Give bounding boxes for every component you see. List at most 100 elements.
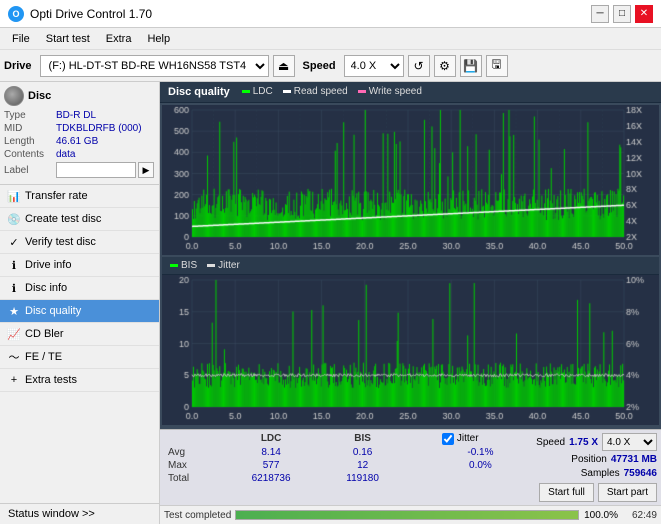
disc-label-button[interactable]: ▶: [138, 162, 154, 178]
disc-contents-value: data: [56, 149, 75, 160]
menu-help[interactable]: Help: [139, 31, 178, 47]
disc-mid-label: MID: [4, 123, 56, 134]
legend-read-speed: Read speed: [283, 86, 348, 97]
config-button2[interactable]: 💾: [460, 55, 482, 77]
avg-jitter: -0.1%: [434, 446, 527, 459]
disc-icon: [4, 86, 24, 106]
jitter-legend-color: [207, 264, 215, 267]
stats-header-row: LDC BIS Jitter: [164, 432, 527, 446]
nav-fe-te-label: FE / TE: [25, 351, 62, 363]
stats-empty-header: [164, 432, 223, 446]
extra-tests-icon: +: [8, 374, 20, 386]
bis-legend-label: BIS: [181, 260, 197, 271]
stats-max-row: Max 577 12 0.0%: [164, 459, 527, 472]
nav-transfer-rate[interactable]: 📊 Transfer rate: [0, 185, 159, 208]
cd-bler-icon: 📈: [8, 328, 20, 340]
speed-select[interactable]: 4.0 X: [344, 55, 404, 77]
drive-select[interactable]: (F:) HL-DT-ST BD-RE WH16NS58 TST4: [40, 55, 269, 77]
start-full-button[interactable]: Start full: [539, 483, 594, 502]
disc-type-row: Type BD-R DL: [4, 110, 155, 121]
menu-extra[interactable]: Extra: [98, 31, 140, 47]
chart2-header: BIS Jitter: [162, 257, 659, 275]
position-label: Position: [571, 454, 607, 465]
title-bar: O Opti Drive Control 1.70 ─ □ ✕: [0, 0, 661, 28]
avg-label: Avg: [164, 446, 223, 459]
action-buttons: Start full Start part: [539, 483, 657, 502]
nav-disc-info-label: Disc info: [25, 282, 67, 294]
drive-label: Drive: [4, 60, 32, 72]
close-button[interactable]: ✕: [635, 5, 653, 23]
maximize-button[interactable]: □: [613, 5, 631, 23]
total-ldc: 6218736: [223, 472, 320, 485]
nav-drive-info[interactable]: ℹ Drive info: [0, 254, 159, 277]
speed-label: Speed: [303, 60, 336, 72]
nav-create-test-disc[interactable]: 💿 Create test disc: [0, 208, 159, 231]
status-window-button[interactable]: Status window >>: [0, 503, 159, 524]
minimize-button[interactable]: ─: [591, 5, 609, 23]
progress-percent: 100.0%: [583, 510, 618, 521]
stats-right: Speed 1.75 X 4.0 X Position 47731 MB Sam…: [531, 430, 661, 505]
menu-bar: File Start test Extra Help: [0, 28, 661, 50]
speed-info-value: 1.75 X: [569, 437, 598, 448]
avg-ldc: 8.14: [223, 446, 320, 459]
disc-label-label: Label: [4, 165, 56, 176]
bis-legend-color: [170, 264, 178, 267]
jitter-checkbox[interactable]: [442, 433, 454, 445]
app-title: Opti Drive Control 1.70: [30, 7, 152, 21]
refresh-button[interactable]: ↺: [408, 55, 430, 77]
nav-drive-info-label: Drive info: [25, 259, 71, 271]
start-part-button[interactable]: Start part: [598, 483, 657, 502]
disc-mid-row: MID TDKBLDRFB (000): [4, 123, 155, 134]
bis-col-header: BIS: [320, 432, 406, 446]
nav-verify-test-disc[interactable]: ✓ Verify test disc: [0, 231, 159, 254]
save-button[interactable]: 🖫: [486, 55, 508, 77]
verify-test-disc-icon: ✓: [8, 236, 20, 248]
nav-disc-quality-label: Disc quality: [25, 305, 81, 317]
nav-cd-bler[interactable]: 📈 CD Bler: [0, 323, 159, 346]
title-bar-left: O Opti Drive Control 1.70: [8, 6, 152, 22]
fe-te-icon: 〜: [8, 351, 20, 363]
samples-label: Samples: [581, 468, 620, 479]
max-label: Max: [164, 459, 223, 472]
samples-value: 759646: [624, 468, 657, 479]
samples-row: Samples 759646: [581, 468, 657, 479]
total-bis: 119180: [320, 472, 406, 485]
legend-jitter: Jitter: [207, 260, 240, 271]
jitter-check-label: Jitter: [457, 433, 479, 444]
jitter-check: Jitter: [442, 433, 519, 445]
content-area: Disc quality LDC Read speed Write speed: [160, 82, 661, 524]
disc-section-title: Disc: [28, 90, 51, 102]
nav-extra-tests[interactable]: + Extra tests: [0, 369, 159, 392]
create-test-disc-icon: 💿: [8, 213, 20, 225]
bottom-chart: [162, 275, 659, 425]
disc-header: Disc: [4, 86, 155, 106]
disc-label-input[interactable]: [56, 162, 136, 178]
total-label: Total: [164, 472, 223, 485]
nav-fe-te[interactable]: 〜 FE / TE: [0, 346, 159, 369]
nav-cd-bler-label: CD Bler: [25, 328, 64, 340]
nav-disc-info[interactable]: ℹ Disc info: [0, 277, 159, 300]
nav-disc-quality[interactable]: ★ Disc quality: [0, 300, 159, 323]
write-speed-legend-label: Write speed: [369, 86, 422, 97]
disc-length-value: 46.61 GB: [56, 136, 98, 147]
legend-ldc: LDC: [242, 86, 273, 97]
progress-fill: [236, 511, 578, 519]
app-icon: O: [8, 6, 24, 22]
progress-track: [235, 510, 579, 520]
sidebar: Disc Type BD-R DL MID TDKBLDRFB (000) Le…: [0, 82, 160, 524]
write-speed-legend-color: [358, 90, 366, 93]
max-jitter: 0.0%: [434, 459, 527, 472]
position-row: Position 47731 MB: [571, 454, 657, 465]
disc-panel: Disc Type BD-R DL MID TDKBLDRFB (000) Le…: [0, 82, 159, 185]
config-button1[interactable]: ⚙: [434, 55, 456, 77]
menu-start-test[interactable]: Start test: [38, 31, 98, 47]
disc-length-label: Length: [4, 136, 56, 147]
read-speed-legend-color: [283, 90, 291, 93]
menu-file[interactable]: File: [4, 31, 38, 47]
bottom-chart-canvas: [162, 275, 659, 425]
stats-table: LDC BIS Jitter Avg 8.14 0.16: [164, 432, 527, 485]
avg-bis: 0.16: [320, 446, 406, 459]
speed-dropdown[interactable]: 4.0 X: [602, 433, 657, 451]
disc-label-row: Label ▶: [4, 162, 155, 178]
eject-button[interactable]: ⏏: [273, 55, 295, 77]
